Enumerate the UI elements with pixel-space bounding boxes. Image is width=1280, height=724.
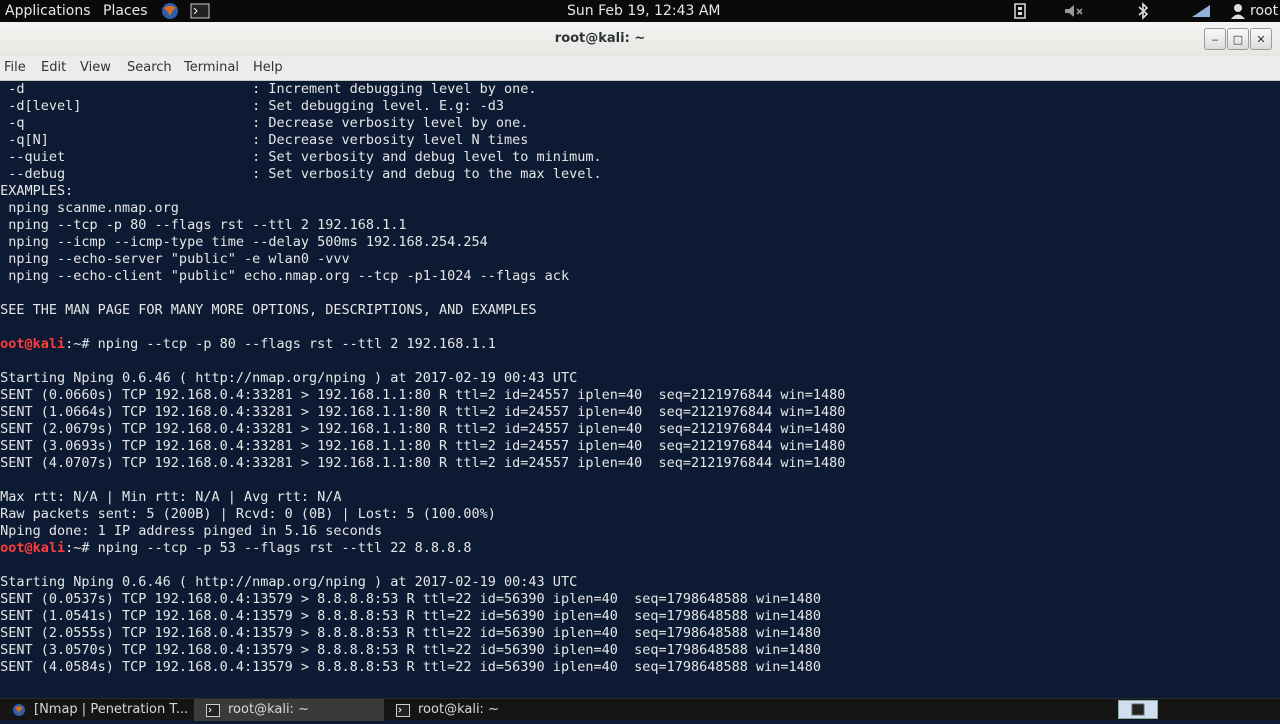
terminal-line: --debug : Set verbosity and debug to the… xyxy=(0,166,602,182)
terminal-line: SENT (2.0679s) TCP 192.168.0.4:33281 > 1… xyxy=(0,421,846,437)
prompt-user: root@kali xyxy=(0,336,66,352)
terminal-line: SENT (4.0584s) TCP 192.168.0.4:13579 > 8… xyxy=(0,659,822,675)
window-title: root@kali: ~ xyxy=(554,31,646,46)
terminal-line: SENT (3.0570s) TCP 192.168.0.4:13579 > 8… xyxy=(0,642,822,658)
terminal-line: --quiet : Set verbosity and debug level … xyxy=(0,149,602,165)
applications-menu[interactable]: Applications xyxy=(5,0,91,22)
terminal-line: SENT (2.0555s) TCP 192.168.0.4:13579 > 8… xyxy=(0,625,822,641)
terminal-line: SEE THE MAN PAGE FOR MANY MORE OPTIONS, … xyxy=(0,302,537,318)
maximize-button[interactable]: □ xyxy=(1227,28,1249,50)
browser-icon xyxy=(12,703,26,716)
terminal-icon[interactable] xyxy=(190,2,210,20)
task-browser[interactable]: [Nmap | Penetration T... xyxy=(0,699,192,721)
terminal-line: SENT (0.0537s) TCP 192.168.0.4:13579 > 8… xyxy=(0,591,822,607)
terminal-prompt-line: root@kali:~# nping --tcp -p 53 --flags r… xyxy=(0,540,845,557)
terminal-line: -q : Decrease verbosity level by one. xyxy=(0,115,529,131)
minimize-button[interactable]: ‒ xyxy=(1204,28,1226,50)
terminal-line: -q[N] : Decrease verbosity level N times xyxy=(0,132,529,148)
task-label: root@kali: ~ xyxy=(228,702,309,717)
terminal-prompt-line: root@kali:~# nping --tcp -p 80 --flags r… xyxy=(0,336,845,353)
terminal-line: SENT (1.0541s) TCP 192.168.0.4:13579 > 8… xyxy=(0,608,822,624)
menubar: File Edit View Search Terminal Help xyxy=(0,56,1280,81)
terminal-line: nping --tcp -p 80 --flags rst --ttl 2 19… xyxy=(0,217,407,233)
terminal-icon xyxy=(1131,703,1145,716)
terminal-line: SENT (3.0693s) TCP 192.168.0.4:33281 > 1… xyxy=(0,438,846,454)
places-menu[interactable]: Places xyxy=(103,0,148,22)
terminal-line: Starting Nping 0.6.46 ( http://nmap.org/… xyxy=(0,370,578,386)
terminal-line: nping --icmp --icmp-type time --delay 50… xyxy=(0,234,488,250)
terminal-icon xyxy=(396,703,410,717)
task-label: [Nmap | Penetration T... xyxy=(34,702,189,717)
user-icon[interactable] xyxy=(1230,2,1246,20)
terminal-line: nping --echo-client "public" echo.nmap.o… xyxy=(0,268,570,284)
menu-search[interactable]: Search xyxy=(127,56,172,80)
terminal-line: EXAMPLES: xyxy=(0,183,74,199)
task-label: root@kali: ~ xyxy=(418,702,499,717)
terminal-line: nping scanme.nmap.org xyxy=(0,200,179,216)
terminal-lines: -d : Increment debugging level by one. -… xyxy=(0,81,845,676)
terminal-output[interactable]: -d : Increment debugging level by one. -… xyxy=(0,81,1280,698)
terminal-line: nping --echo-server "public" -e wlan0 -v… xyxy=(0,251,350,267)
terminal-line: SENT (0.0660s) TCP 192.168.0.4:33281 > 1… xyxy=(0,387,846,403)
battery-icon[interactable] xyxy=(1190,2,1212,20)
task-terminal-2[interactable]: root@kali: ~ xyxy=(384,699,574,721)
menu-view[interactable]: View xyxy=(80,56,111,80)
task-terminal-1[interactable]: root@kali: ~ xyxy=(194,699,384,721)
terminal-line: -d[level] : Set debugging level. E.g: -d… xyxy=(0,98,505,114)
terminal-line: Raw packets sent: 5 (200B) | Rcvd: 0 (0B… xyxy=(0,506,496,522)
bluetooth-icon[interactable] xyxy=(1134,2,1152,20)
user-name[interactable]: root xyxy=(1250,0,1278,22)
terminal-line: Nping done: 1 IP address pinged in 5.16 … xyxy=(0,523,383,539)
close-button[interactable]: ✕ xyxy=(1250,28,1272,50)
speaker-muted-icon[interactable] xyxy=(1063,2,1087,20)
prompt-command: :~# nping --tcp -p 53 --flags rst --ttl … xyxy=(65,540,472,556)
terminal-line: Max rtt: N/A | Min rtt: N/A | Avg rtt: N… xyxy=(0,489,342,505)
prompt-command: :~# nping --tcp -p 80 --flags rst --ttl … xyxy=(65,336,496,352)
terminal-window: root@kali: ~ ‒ □ ✕ File Edit View Search… xyxy=(0,22,1280,698)
prompt-user: root@kali xyxy=(0,540,66,556)
menu-edit[interactable]: Edit xyxy=(41,56,66,80)
menu-terminal[interactable]: Terminal xyxy=(184,56,239,80)
window-controls: ‒ □ ✕ xyxy=(1204,28,1272,50)
window-titlebar[interactable]: root@kali: ~ ‒ □ ✕ xyxy=(0,22,1280,57)
browser-icon[interactable] xyxy=(160,2,180,20)
workspace-switcher[interactable] xyxy=(1118,700,1158,719)
terminal-icon xyxy=(206,703,220,717)
clock[interactable]: Sun Feb 19, 12:43 AM xyxy=(567,0,721,22)
terminal-line: SENT (4.0707s) TCP 192.168.0.4:33281 > 1… xyxy=(0,455,846,471)
scrollbar[interactable] xyxy=(1268,81,1280,698)
terminal-line: -d : Increment debugging level by one. xyxy=(0,81,537,97)
menu-help[interactable]: Help xyxy=(253,56,283,80)
menu-file[interactable]: File xyxy=(4,56,26,80)
taskbar: [Nmap | Penetration T... root@kali: ~ ro… xyxy=(0,698,1280,721)
network-icon[interactable] xyxy=(1012,2,1030,20)
terminal-line: Starting Nping 0.6.46 ( http://nmap.org/… xyxy=(0,574,578,590)
top-panel: Applications Places Sun Feb 19, 12:43 AM… xyxy=(0,0,1280,22)
terminal-line: SENT (1.0664s) TCP 192.168.0.4:33281 > 1… xyxy=(0,404,846,420)
